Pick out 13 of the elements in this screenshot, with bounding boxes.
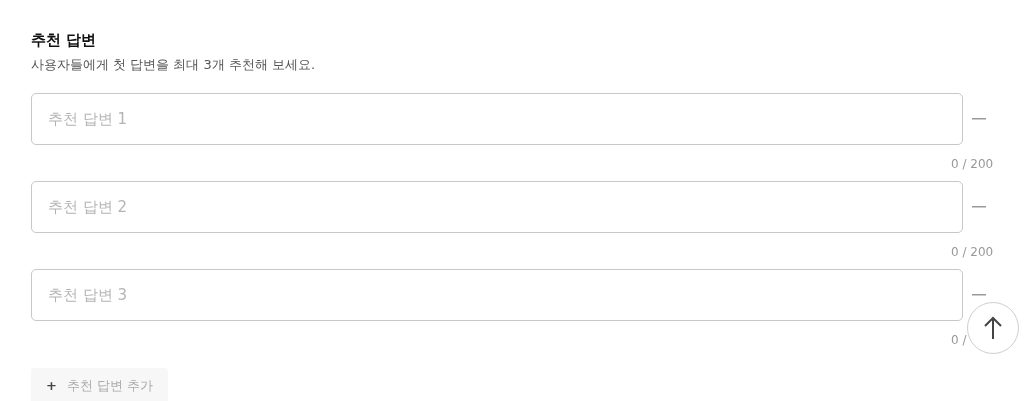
scroll-to-top-button[interactable]	[967, 302, 1019, 354]
character-counter: 0 /	[951, 332, 968, 349]
minus-icon	[972, 118, 986, 120]
arrow-up-icon	[984, 316, 1002, 340]
minus-icon	[972, 206, 986, 208]
answer-input-field[interactable]: 추천 답변 2	[31, 181, 963, 233]
minus-icon	[972, 294, 986, 296]
section-title: 추천 답변	[31, 30, 97, 50]
answer-input-field[interactable]: 추천 답변 3	[31, 269, 963, 321]
section-description: 사용자들에게 첫 답변을 최대 3개 추천해 보세요.	[31, 56, 316, 74]
answer-input-field[interactable]: 추천 답변 1	[31, 93, 963, 145]
character-counter: 0 / 200	[951, 156, 991, 173]
character-counter: 0 / 200	[951, 244, 991, 261]
